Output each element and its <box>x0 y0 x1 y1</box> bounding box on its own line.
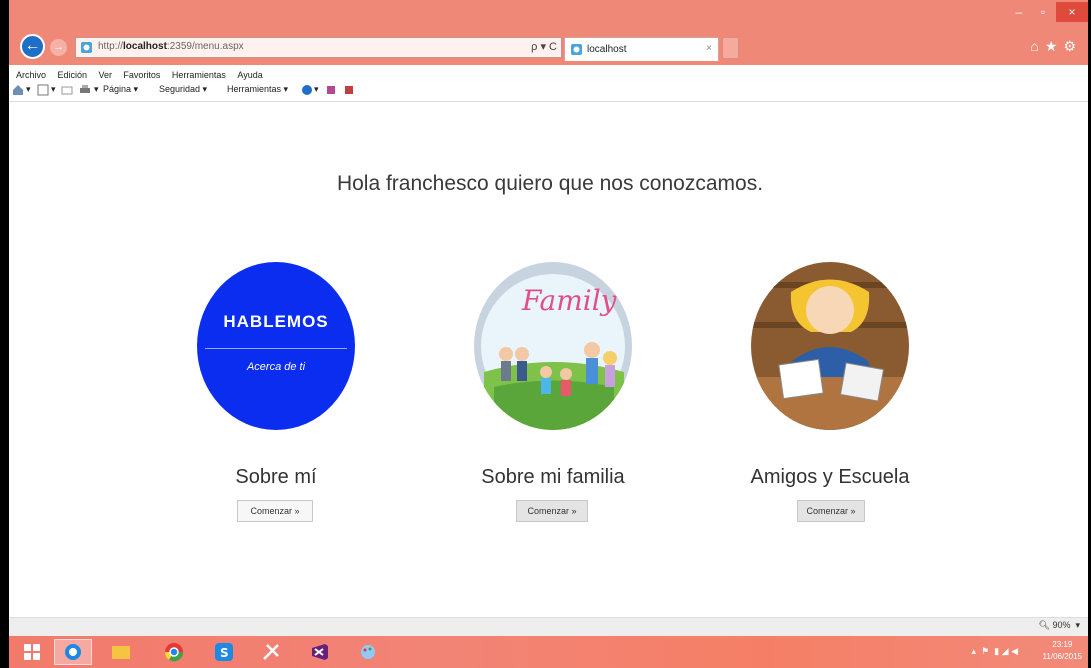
back-button[interactable]: ← <box>20 34 45 59</box>
help-icon[interactable] <box>301 84 313 96</box>
skype-icon: S <box>215 643 233 661</box>
ie-page-icon <box>571 44 582 55</box>
taskbar-tools[interactable] <box>252 639 290 665</box>
school-image[interactable] <box>751 262 909 430</box>
system-tray[interactable]: ▴ ⚑ ▮ ◢ ◀ <box>972 646 1018 657</box>
favorites-star-icon[interactable]: ★ <box>1045 38 1064 54</box>
hablemos-circle[interactable]: HABLEMOS Acerca de ti <box>197 262 355 430</box>
card-label: Amigos y Escuela <box>750 466 910 488</box>
tab-close-icon[interactable]: × <box>706 43 712 54</box>
family-logo-text: Family <box>521 284 618 317</box>
folder-icon <box>112 646 130 659</box>
gear-icon[interactable]: ⚙ <box>1063 38 1082 54</box>
taskbar-visual-studio[interactable] <box>301 639 339 665</box>
status-bar: 🔍︎ 90% ▾ <box>9 617 1088 636</box>
taskbar-chrome[interactable] <box>155 639 193 665</box>
clock-date: 11/06/2015 <box>1042 652 1082 661</box>
visual-studio-icon <box>312 644 328 660</box>
tools-icon <box>263 644 279 660</box>
address-url[interactable]: http://localhost:2359/menu.aspx <box>98 41 244 52</box>
research-icon[interactable] <box>325 84 337 96</box>
chevron-down-icon[interactable]: ▾ <box>26 84 31 95</box>
forward-button[interactable]: → <box>50 39 67 56</box>
window-frame-left <box>0 0 9 668</box>
home-page-icon[interactable] <box>12 84 24 96</box>
taskbar-ie[interactable] <box>54 639 92 665</box>
feeds-icon[interactable] <box>37 84 49 96</box>
arrow-left-icon: ← <box>24 37 41 54</box>
paint-icon <box>361 645 375 659</box>
arrow-right-icon: → <box>53 41 64 53</box>
tools-menu[interactable]: Herramientas ▾ <box>227 84 288 95</box>
mail-icon[interactable] <box>61 84 73 96</box>
circle-subtitle: Acerca de ti <box>246 361 306 373</box>
circle-title: HABLEMOS <box>223 312 329 331</box>
taskbar-skype[interactable]: S <box>205 639 243 665</box>
school-illustration <box>751 262 909 430</box>
home-icon[interactable]: ⌂ <box>1030 38 1044 54</box>
comenzar-button[interactable]: Comenzar » <box>237 500 313 522</box>
family-illustration: Family <box>474 262 632 430</box>
new-tab-button[interactable] <box>722 37 739 59</box>
translate-icon[interactable] <box>343 84 355 96</box>
command-bar: ▾ ▾ ▾ Página ▾ Seguridad ▾ Herramientas … <box>9 81 1088 102</box>
zoom-control[interactable]: 🔍︎ 90% ▾ <box>1039 620 1081 631</box>
browser-titlebar: – ▫ × ← → http://localhost:2359/menu.asp… <box>9 0 1088 65</box>
zoom-icon: 🔍︎ <box>1038 620 1050 630</box>
windows-taskbar: S ▴ ⚑ ▮ ◢ ◀ 23:19 11/06/2015 <box>9 636 1088 668</box>
minimize-button[interactable]: – <box>1008 2 1030 22</box>
start-button[interactable] <box>13 639 51 665</box>
chevron-up-icon[interactable]: ▴ <box>972 646 977 656</box>
address-bar[interactable]: http://localhost:2359/menu.aspx ρ ▾ C <box>75 37 562 58</box>
battery-icon: ▮ <box>994 646 1000 656</box>
search-refresh-icons[interactable]: ρ ▾ C <box>531 40 557 53</box>
chrome-icon <box>164 643 184 662</box>
zoom-level: 90% <box>1052 620 1071 630</box>
taskbar-explorer[interactable] <box>102 639 140 665</box>
ie-page-icon <box>81 42 92 53</box>
page-greeting: Hola franchesco quiero que nos conozcamo… <box>336 172 764 195</box>
chevron-down-icon[interactable]: ▾ <box>94 84 99 95</box>
close-window-button[interactable]: × <box>1056 2 1088 22</box>
windows-logo-icon <box>24 644 40 660</box>
family-image[interactable]: Family <box>474 262 632 430</box>
chevron-down-icon[interactable]: ▾ <box>314 84 319 95</box>
svg-text:S: S <box>220 646 229 660</box>
card-label: Sobre mi familia <box>481 466 625 488</box>
chevron-down-icon[interactable]: ▾ <box>51 84 56 95</box>
page-menu[interactable]: Página ▾ <box>103 84 138 95</box>
taskbar-paint[interactable] <box>349 639 387 665</box>
internet-explorer-icon <box>65 644 81 660</box>
card-label: Sobre mí <box>235 466 317 488</box>
comenzar-button[interactable]: Comenzar » <box>516 500 588 522</box>
flag-icon: ⚑ <box>981 646 990 656</box>
security-menu[interactable]: Seguridad ▾ <box>159 84 207 95</box>
comenzar-button[interactable]: Comenzar » <box>797 500 865 522</box>
browser-right-icons: ⌂★⚙ <box>1030 38 1082 55</box>
menu-bar: Archivo Edición Ver Favoritos Herramient… <box>9 65 1088 81</box>
tab-title: localhost <box>587 44 627 55</box>
taskbar-clock[interactable]: 23:19 11/06/2015 <box>1043 639 1082 663</box>
network-icon: ◢ <box>1001 646 1009 656</box>
volume-icon: ◀ <box>1011 646 1018 656</box>
print-icon[interactable] <box>79 84 91 96</box>
divider <box>205 348 347 349</box>
maximize-button[interactable]: ▫ <box>1032 2 1054 22</box>
clock-time: 23:19 <box>1052 640 1073 649</box>
tab-localhost[interactable]: localhost × <box>564 37 719 61</box>
